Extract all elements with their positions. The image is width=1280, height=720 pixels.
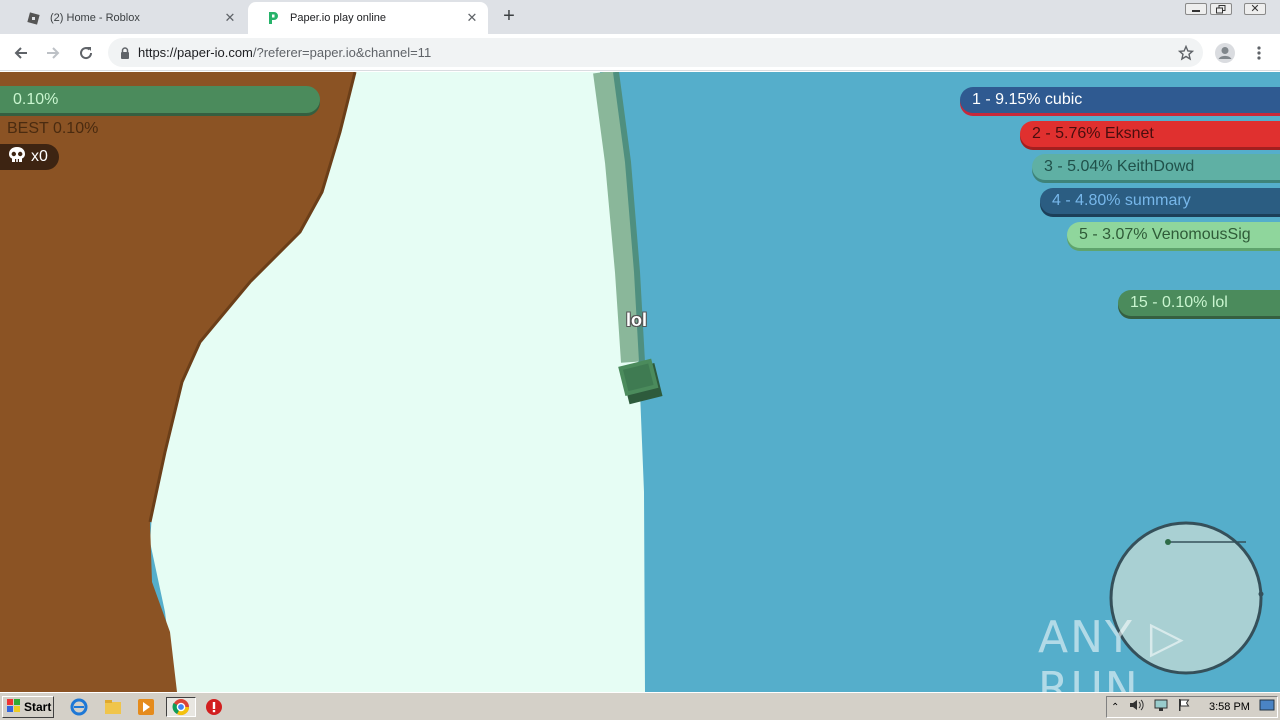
show-desktop-icon[interactable] [1259, 698, 1275, 716]
anyrun-watermark: ANY ▷ RUN [1038, 612, 1186, 692]
network-icon[interactable] [1153, 698, 1169, 717]
tab-strip: (2) Home - Roblox ✕ Paper.io play online… [0, 0, 1280, 34]
taskbar-clock: 3:58 PM [1209, 701, 1250, 713]
tab-close-icon[interactable]: ✕ [222, 10, 238, 26]
leaderboard-my-rank: 15 - 0.10% lol [1118, 290, 1280, 316]
start-label: Start [24, 700, 52, 714]
url-text: https://paper-io.com/?referer=paper.io&c… [138, 45, 432, 60]
bookmark-star-icon[interactable] [1173, 40, 1199, 66]
tab-roblox[interactable]: (2) Home - Roblox ✕ [8, 2, 246, 34]
leaderboard-entry-1: 1 - 9.15% cubic [960, 87, 1280, 113]
window-close-button[interactable]: ✕ [1240, 0, 1270, 18]
windows-taskbar: Start ⌃ 3:58 PM [0, 692, 1280, 720]
minimap-player-dot [1165, 539, 1171, 545]
file-explorer-icon[interactable] [102, 697, 124, 717]
navigation-bar: https://paper-io.com/?referer=paper.io&c… [0, 34, 1280, 71]
system-tray: ⌃ 3:58 PM [1106, 696, 1278, 718]
tab-paperio[interactable]: Paper.io play online ✕ [248, 2, 488, 34]
volume-icon[interactable] [1129, 698, 1145, 717]
kills-counter: x0 [0, 144, 59, 170]
reload-button[interactable] [73, 40, 99, 66]
start-button[interactable]: Start [2, 696, 54, 718]
new-tab-button[interactable]: + [498, 6, 520, 28]
tab-close-icon[interactable]: ✕ [464, 10, 480, 26]
player-name-label: lol [626, 310, 647, 330]
menu-kebab-icon[interactable] [1246, 40, 1272, 66]
territory-percent-bar: 0.10% [0, 86, 320, 113]
action-center-flag-icon[interactable] [1177, 698, 1191, 717]
internet-explorer-icon[interactable] [68, 697, 90, 717]
address-bar[interactable]: https://paper-io.com/?referer=paper.io&c… [108, 38, 1203, 67]
leaderboard-entry-5: 5 - 3.07% VenomousSig [1067, 222, 1280, 248]
skull-icon [7, 146, 27, 169]
roblox-favicon-icon [26, 11, 40, 25]
profile-avatar-icon[interactable] [1212, 40, 1238, 66]
tab-title: Paper.io play online [290, 12, 387, 24]
leaderboard-entry-4: 4 - 4.80% summary [1040, 188, 1280, 214]
back-button[interactable] [8, 40, 34, 66]
forward-button[interactable] [40, 40, 66, 66]
chrome-taskbar-icon[interactable] [166, 697, 196, 717]
paperio-favicon-icon [266, 11, 280, 25]
stop-sign-icon[interactable] [203, 697, 225, 717]
tab-title: (2) Home - Roblox [50, 12, 140, 24]
best-score-label: BEST 0.10% [7, 120, 99, 137]
media-player-icon[interactable] [135, 697, 157, 717]
kills-count: x0 [31, 148, 48, 165]
minimize-button[interactable] [1183, 0, 1209, 18]
tray-expand-icon[interactable]: ⌃ [1111, 702, 1119, 713]
game-canvas[interactable]: 0.10% BEST 0.10% x0 1 - 9.15% cubic 2 - … [0, 72, 1280, 692]
restore-button[interactable] [1208, 0, 1234, 18]
leaderboard-entry-3: 3 - 5.04% KeithDowd [1032, 154, 1280, 180]
windows-logo-icon [7, 699, 21, 715]
lock-icon [120, 46, 130, 59]
leaderboard-entry-2: 2 - 5.76% Eksnet [1020, 121, 1280, 147]
